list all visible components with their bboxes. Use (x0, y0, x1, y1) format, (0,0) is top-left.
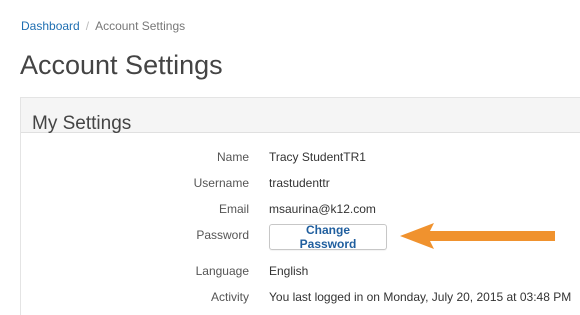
username-label: Username (193, 176, 249, 190)
arrow-left-icon (400, 223, 555, 249)
my-settings-panel: My Settings Name Tracy StudentTR1 Userna… (20, 97, 580, 315)
email-label: Email (218, 202, 249, 216)
language-label: Language (195, 264, 249, 278)
page-title: Account Settings (20, 50, 223, 80)
breadcrumb-current: Account Settings (95, 19, 186, 33)
activity-label: Activity (210, 290, 249, 304)
name-value: Tracy StudentTR1 (269, 150, 366, 164)
panel-title: My Settings (32, 113, 132, 134)
name-label: Name (216, 150, 249, 164)
activity-value: You last logged in on Monday, July 20, 2… (269, 290, 572, 304)
breadcrumb-separator: / (85, 19, 90, 33)
arrow-shape (400, 223, 555, 249)
breadcrumb-dashboard-link[interactable]: Dashboard (21, 19, 80, 33)
username-value: trastudenttr (269, 176, 330, 190)
breadcrumb: Dashboard / Account Settings (21, 19, 185, 33)
language-value: English (269, 264, 309, 278)
email-value: msaurina@k12.com (269, 202, 376, 216)
password-label: Password (196, 228, 249, 242)
change-password-button[interactable]: Change Password (269, 223, 387, 251)
